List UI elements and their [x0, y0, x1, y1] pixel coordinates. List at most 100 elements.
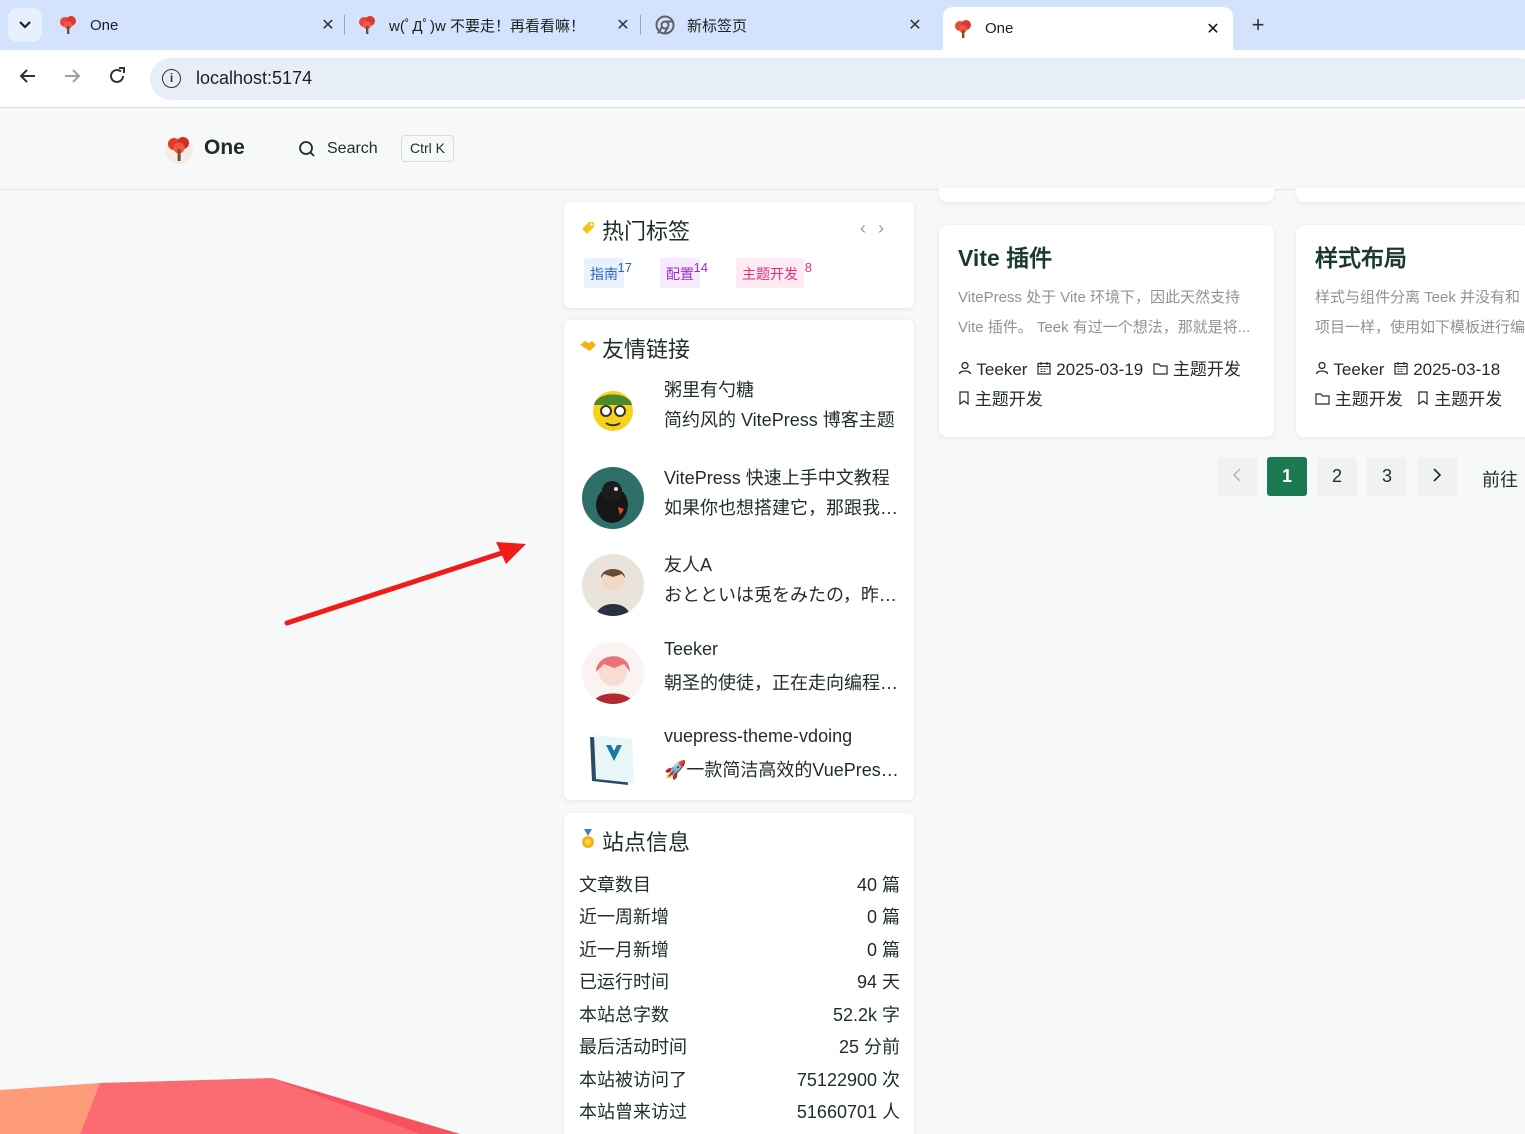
user-icon — [1315, 361, 1329, 375]
post-card-edge — [1296, 188, 1525, 202]
browser-tab-1[interactable]: One ✕ — [58, 8, 338, 42]
post-tag[interactable]: 主题开发 — [1417, 390, 1502, 409]
stat-value: 25 分前 — [838, 1037, 900, 1057]
avatar — [582, 729, 644, 791]
tab-title: One — [90, 16, 119, 34]
stat-row: 本站被访问了 75122900 次 — [579, 1066, 900, 1092]
friend-link-item[interactable]: 粥里有勺糖 简约风的 VitePress 博客主题 — [582, 376, 902, 442]
address-bar[interactable]: i localhost:5174 — [150, 58, 1525, 100]
close-icon[interactable]: ✕ — [318, 15, 338, 35]
post-tag-name: 主题开发 — [974, 390, 1043, 409]
close-icon[interactable]: ✕ — [1203, 19, 1223, 39]
folder-icon — [1153, 363, 1168, 375]
friend-desc: 如果你也想搭建它，那跟我一起做吧 — [664, 498, 904, 518]
post-meta: Teeker 2025-03-19 主题开发 主题开发 — [958, 355, 1258, 415]
post-excerpt-line: 样式与组件分离 Teek 并没有和 — [1315, 289, 1521, 306]
avatar — [582, 642, 644, 704]
tag-chip[interactable]: 主题开发 8 — [736, 258, 812, 288]
close-icon[interactable]: ✕ — [905, 15, 925, 35]
chevron-down-icon — [19, 21, 31, 29]
chevron-left-icon[interactable]: ‹ — [860, 218, 878, 238]
friend-links-card: 友情链接 粥里有勺糖 简约风的 VitePress 博客主题 VitePress… — [564, 320, 914, 800]
tag-label: 指南 — [590, 266, 618, 282]
hot-tags-card: 热门标签 ‹› 指南 17 配置 14 主题开发 8 — [564, 202, 914, 308]
friend-links-header: 友情链接 — [578, 332, 690, 364]
post-title[interactable]: 样式布局 — [1315, 239, 1407, 273]
friend-link-item[interactable]: Teeker 朝圣的使徒，正在走向编程的至高殿堂 — [582, 639, 904, 705]
chevron-right-icon — [1433, 468, 1442, 482]
stat-label: 本站被访问了 — [579, 1070, 687, 1090]
friend-link-item[interactable]: 友人A おとといは兎をみたの，昨日は鹿 — [582, 551, 904, 617]
tag-count: 8 — [804, 260, 812, 275]
browser-tab-bar: One ✕ w(ﾟДﾟ)w 不要走！再看看嘛！ ✕ 新标签页 ✕ One ✕ + — [0, 0, 1525, 50]
page-button-2[interactable]: 2 — [1317, 457, 1357, 496]
site-info-icon[interactable]: i — [162, 69, 181, 88]
chrome-icon — [655, 15, 675, 35]
browser-tab-2[interactable]: w(ﾟДﾟ)w 不要走！再看看嘛！ ✕ — [357, 8, 633, 42]
friend-link-item[interactable]: VitePress 快速上手中文教程 如果你也想搭建它，那跟我一起做吧 — [582, 464, 904, 530]
site-title[interactable]: One — [204, 136, 245, 160]
post-category[interactable]: 主题开发 — [1315, 390, 1403, 409]
tag-chip[interactable]: 配置 14 — [660, 258, 708, 288]
post-category[interactable]: 主题开发 — [1153, 360, 1241, 379]
friend-desc: 简约风的 VitePress 博客主题 — [664, 410, 895, 430]
page-button-1[interactable]: 1 — [1267, 457, 1307, 496]
site-info-header: 站点信息 — [578, 825, 690, 857]
tab-separator — [344, 15, 345, 35]
prev-page-button[interactable] — [1217, 457, 1257, 496]
tab-title: w(ﾟДﾟ)w 不要走！再看看嘛！ — [389, 17, 585, 35]
tag-icon — [578, 220, 598, 241]
post-card[interactable]: Vite 插件 VitePress 处于 Vite 环境下，因此天然支持 Vit… — [939, 225, 1274, 437]
search-shortcut-badge: Ctrl K — [401, 135, 454, 162]
stat-label: 最后活动时间 — [579, 1037, 687, 1057]
friend-desc: おとといは兎をみたの，昨日は鹿 — [664, 585, 904, 605]
stat-row: 本站曾来访过 51660701 人 — [579, 1098, 900, 1124]
tag-count: 14 — [693, 260, 708, 275]
back-button[interactable] — [15, 66, 41, 92]
stat-value: 0 篇 — [866, 940, 900, 960]
stat-value: 75122900 次 — [796, 1070, 900, 1090]
post-author-name: Teeker — [976, 360, 1028, 379]
friend-desc: 朝圣的使徒，正在走向编程的至高殿堂 — [664, 673, 904, 693]
tag-chip[interactable]: 指南 17 — [584, 258, 632, 288]
post-author[interactable]: Teeker — [958, 360, 1027, 379]
new-tab-button[interactable]: + — [1246, 12, 1270, 38]
stat-value: 94 天 — [856, 972, 900, 992]
post-card[interactable]: 样式布局 样式与组件分离 Teek 并没有和 项目一样，使用如下模板进行编 Te… — [1296, 225, 1525, 437]
post-title[interactable]: Vite 插件 — [958, 239, 1052, 273]
friend-links-title: 友情链接 — [602, 337, 691, 362]
close-icon[interactable]: ✕ — [613, 15, 633, 35]
hot-tags-header: 热门标签 — [578, 214, 690, 246]
avatar — [582, 379, 644, 441]
stat-label: 近一月新增 — [579, 940, 669, 960]
friend-link-item[interactable]: vuepress-theme-vdoing 🚀一款简洁高效的VuePress知识… — [582, 726, 904, 792]
search-label: Search — [327, 140, 378, 157]
post-tag[interactable]: 主题开发 — [958, 390, 1043, 409]
avatar — [582, 467, 644, 529]
tag-label: 主题开发 — [742, 266, 798, 282]
stat-value: 40 篇 — [856, 875, 900, 895]
browser-tab-4-active[interactable]: One ✕ — [943, 7, 1233, 50]
forward-button[interactable] — [59, 66, 85, 92]
page-button-3[interactable]: 3 — [1367, 457, 1407, 496]
post-date-text: 2025-03-18 — [1413, 360, 1501, 379]
friend-desc: 🚀一款简洁高效的VuePress知识管理 — [664, 760, 904, 780]
next-page-button[interactable] — [1417, 457, 1457, 496]
tag-pager: ‹› — [860, 218, 896, 239]
stat-value: 51660701 人 — [796, 1102, 900, 1122]
tab-title: 新标签页 — [687, 17, 748, 35]
tab-search-dropdown-button[interactable] — [8, 8, 42, 42]
stat-row: 近一周新增 0 篇 — [579, 903, 900, 929]
search-icon — [299, 141, 315, 157]
site-logo-icon[interactable] — [163, 133, 195, 165]
post-excerpt: VitePress 处于 Vite 环境下，因此天然支持 Vite 插件。 Te… — [958, 283, 1258, 343]
url-text[interactable]: localhost:5174 — [196, 68, 312, 89]
post-author[interactable]: Teeker — [1315, 360, 1384, 379]
stat-label: 文章数目 — [579, 875, 651, 895]
chevron-right-icon[interactable]: › — [878, 218, 896, 238]
stat-label: 近一周新增 — [579, 907, 669, 927]
browser-tab-3[interactable]: 新标签页 ✕ — [655, 8, 925, 42]
stat-row: 最后活动时间 25 分前 — [579, 1033, 900, 1059]
reload-button[interactable] — [104, 66, 130, 92]
search-button[interactable]: Search — [297, 139, 378, 159]
